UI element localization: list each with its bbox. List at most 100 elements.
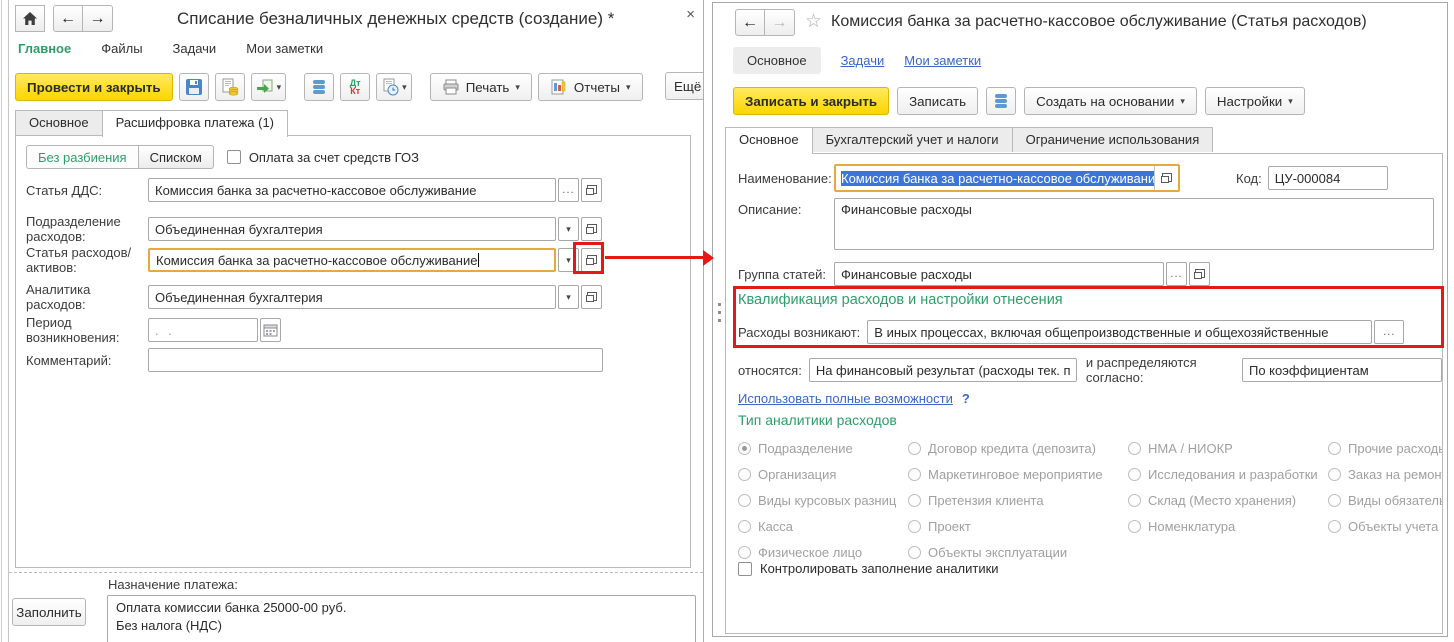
radio-icon [908,441,921,455]
radio-option: Виды курсовых разниц [738,487,908,513]
group-input[interactable]: Финансовые расходы [834,262,1164,286]
menu-item-notes[interactable]: Мои заметки [246,41,323,56]
tab-restriction[interactable]: Ограничение использования [1011,127,1214,152]
post-and-close-button[interactable]: Провести и закрыть [15,73,173,101]
code-input[interactable]: ЦУ-000084 [1267,166,1388,190]
back-button[interactable]: ← [53,5,83,32]
payment-purpose-text[interactable]: Оплата комиссии банка 25000-00 руб. Без … [107,595,696,642]
analytics-type-heading: Тип аналитики расходов [738,412,897,428]
expense-item-input[interactable]: Комиссия банка за расчетно-кассовое обсл… [148,248,556,272]
post-document-button[interactable] [214,73,245,101]
tab-main[interactable]: Основное [725,127,813,154]
dropdown-caret-icon: ▾ [515,81,520,92]
menu-item-main[interactable]: Главное [18,41,71,56]
analytics-radio-grid: Подразделение Договор кредита (депозита)… [738,435,1442,565]
open-icon [1161,173,1172,183]
name-label: Наименование: [738,170,832,186]
create-linked-button[interactable]: ▾ [250,73,287,101]
toolbar: Записать и закрыть Записать Создать на о… [733,87,1305,115]
page-title: Комиссия банка за расчетно-кассовое обсл… [831,13,1367,30]
create-based-on-button[interactable]: Создать на основании ▾ [1024,87,1197,115]
help-icon[interactable]: ? [962,391,970,406]
dds-input[interactable]: Комиссия банка за расчетно-кассовое обсл… [148,178,556,202]
back-button[interactable]: ← [735,9,765,36]
comment-label: Комментарий: [26,352,112,368]
analytics-open-button[interactable] [581,285,602,309]
structure-button[interactable] [986,87,1017,115]
field-row-period: Период возникновения: . . [26,315,281,345]
control-checkbox[interactable] [738,561,752,576]
goz-checkbox[interactable] [226,150,241,164]
page-title: Списание безналичных денежных средств (с… [177,9,615,28]
nav-tasks-link[interactable]: Задачи [841,53,885,68]
forward-button[interactable]: → [83,5,113,32]
payment-purpose-label: Назначение платежа: [108,577,238,592]
field-row-comment: Комментарий: [26,348,603,372]
relate-input[interactable]: На финансовый результат (расходы тек. пе… [808,358,1077,382]
department-input[interactable]: Объединенная бухгалтерия [148,217,556,241]
name-open-button[interactable] [1154,166,1178,190]
dds-open-button[interactable] [581,178,602,202]
close-button[interactable]: × [686,6,695,23]
fill-button[interactable]: Заполнить [12,598,86,626]
analytics-input[interactable]: Объединенная бухгалтерия [148,285,556,309]
home-button[interactable] [15,5,45,32]
report-icon [551,79,566,95]
save-button[interactable] [178,73,209,101]
dropdown-caret-icon: ▾ [402,81,407,92]
settings-label: Настройки [1216,93,1283,109]
name-field-wrap: Комиссия банка за расчетно-кассовое обсл… [834,164,1180,192]
save-and-close-button[interactable]: Записать и закрыть [733,87,890,115]
annotation-arrow-line [605,256,704,259]
radio-icon [908,467,921,481]
comment-input[interactable] [148,348,603,372]
tab-main[interactable]: Основное [15,110,103,135]
dt-kt-button[interactable]: Дт Кт [340,73,371,101]
save-button[interactable]: Записать [897,87,979,115]
structure-button[interactable] [304,73,335,101]
department-open-button[interactable] [581,217,602,241]
group-select-button[interactable]: ... [1166,262,1187,286]
nav-notes-link[interactable]: Мои заметки [904,53,981,68]
reports-button[interactable]: Отчеты ▾ [537,73,643,101]
group-open-button[interactable] [1189,262,1210,286]
chevron-down-icon: ▾ [566,223,571,234]
forward-button[interactable]: → [765,9,795,36]
radio-option: Маркетинговое мероприятие [908,461,1128,487]
analytics-dropdown-button[interactable]: ▾ [558,285,579,309]
more-button[interactable]: Ещё [665,72,703,100]
schedule-document-button[interactable]: ▾ [376,73,412,101]
period-input[interactable]: . . [148,318,258,342]
description-textarea[interactable]: Финансовые расходы [834,198,1434,250]
nav-main[interactable]: Основное [733,47,821,74]
radio-option: Касса [738,513,908,539]
full-features-link[interactable]: Использовать полные возможности [738,391,953,406]
radio-icon [1128,441,1141,455]
ellipsis-icon: ... [562,184,575,196]
tab-payment-details[interactable]: Расшифровка платежа (1) [101,110,289,137]
name-input[interactable]: Комиссия банка за расчетно-кассовое обсл… [836,166,1154,190]
tab-accounting[interactable]: Бухгалтерский учет и налоги [811,127,1013,152]
no-split-toggle[interactable]: Без разбиения [26,145,139,169]
radio-icon [1128,493,1141,507]
radio-icon [1328,467,1341,481]
favorite-star-icon[interactable]: ☆ [805,10,822,33]
distribute-input[interactable]: По коэффициентам [1242,358,1442,382]
period-calendar-button[interactable] [260,318,281,342]
print-button[interactable]: Печать ▾ [429,73,532,101]
menu-item-files[interactable]: Файлы [101,41,142,56]
home-icon [23,12,37,25]
splitter-grip[interactable] [718,303,721,322]
dds-select-button[interactable]: ... [558,178,579,202]
department-dropdown-button[interactable]: ▾ [558,217,579,241]
purpose-line-1: Оплата комиссии банка 25000-00 руб. [116,600,347,615]
split-mode-row: Без разбиения Списком Оплата за счет сре… [26,145,419,169]
as-list-toggle[interactable]: Списком [138,145,214,169]
dropdown-caret-icon: ▾ [1288,95,1293,106]
radio-icon [738,545,751,559]
menu-item-tasks[interactable]: Задачи [173,41,217,56]
open-icon [586,292,597,302]
settings-button[interactable]: Настройки ▾ [1204,87,1305,115]
radio-option: Подразделение [738,435,908,461]
radio-option: Номенклатура [1128,513,1328,539]
